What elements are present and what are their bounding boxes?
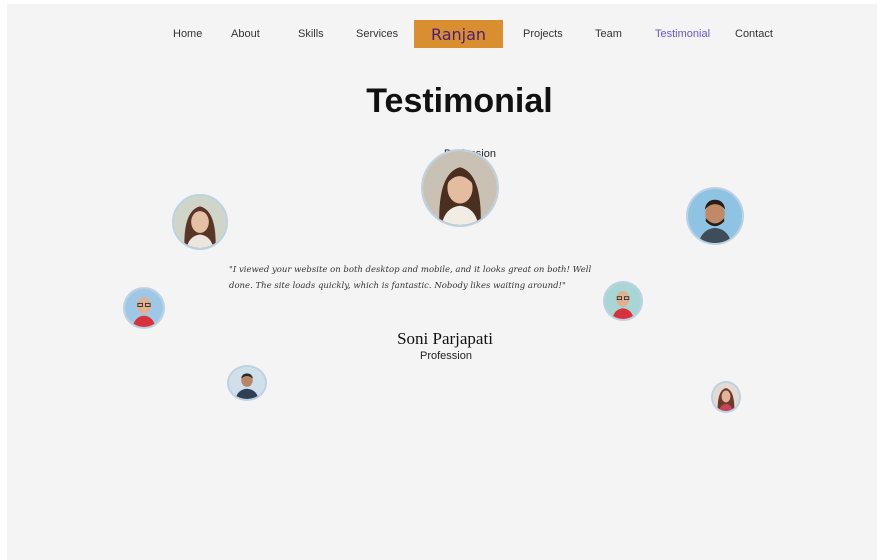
nav-testimonial[interactable]: Testimonial [655,28,710,40]
reviewer-avatar-3[interactable] [123,287,165,329]
reviewer-profession: Profession [420,350,472,362]
woman-portrait-icon [174,196,226,248]
brand-logo[interactable]: Ranjan [414,20,503,48]
woman-portrait-icon [713,383,739,411]
featured-avatar[interactable] [421,149,499,227]
nav-skills[interactable]: Skills [298,28,324,40]
nav-about[interactable]: About [231,28,260,40]
nav-home[interactable]: Home [173,28,202,40]
reviewer-name: Soni Parjapati [397,329,493,348]
nav-projects[interactable]: Projects [523,28,563,40]
page-background: Home About Skills Services Ranjan Projec… [7,4,877,560]
reviewer-avatar-1[interactable] [172,194,228,250]
man-portrait-icon [688,189,742,243]
nav-contact[interactable]: Contact [735,28,773,40]
section-title: Testimonial [366,82,553,120]
man-portrait-icon [229,367,265,399]
reviewer-avatar-5[interactable] [227,365,267,401]
reviewer-avatar-4[interactable] [603,281,643,321]
woman-portrait-icon [423,151,497,225]
nav-team[interactable]: Team [595,28,622,40]
top-nav: Home About Skills Services Ranjan Projec… [7,20,877,50]
man-portrait-icon [605,283,641,319]
testimonial-quote: "I viewed your website on both desktop a… [229,265,592,291]
reviewer-avatar-2[interactable] [686,187,744,245]
man-portrait-icon [125,289,163,327]
reviewer-avatar-6[interactable] [711,381,741,413]
nav-services[interactable]: Services [356,28,398,40]
